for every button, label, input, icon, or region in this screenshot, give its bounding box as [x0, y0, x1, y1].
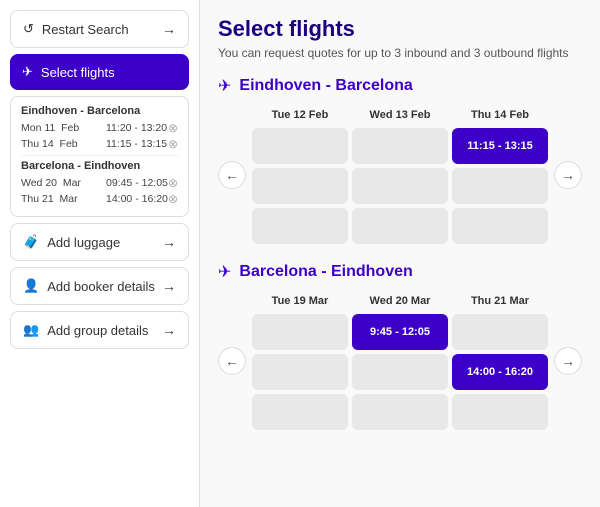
outbound-flight-2-time: 11:15 - 13:15	[106, 138, 168, 150]
flight-details-divider	[21, 155, 178, 156]
outbound-slot-r3c1[interactable]	[252, 208, 348, 244]
inbound-flight-1-date: Wed 20 Mar	[21, 177, 106, 189]
plane-icon: ✈	[22, 64, 33, 80]
inbound-section-title: Barcelona - Eindhoven	[239, 263, 412, 281]
outbound-calendar-wrapper: ← Tue 12 Feb Wed 13 Feb Thu 14 Feb 11:15…	[218, 106, 582, 244]
inbound-slot-r2c1[interactable]	[252, 354, 348, 390]
inbound-flight-row-1: Wed 20 Mar 09:45 - 12:05 ⊗	[21, 176, 178, 190]
add-group-label: Add group details	[47, 323, 148, 338]
inbound-flight-row-2: Thu 21 Mar 14:00 - 16:20 ⊗	[21, 192, 178, 206]
outbound-route-title: Eindhoven - Barcelona	[21, 105, 178, 117]
inbound-route-title: Barcelona - Eindhoven	[21, 160, 178, 172]
outbound-flight-row-1: Mon 11 Feb 11:20 - 13:20 ⊗	[21, 121, 178, 135]
outbound-slot-r3c3[interactable]	[452, 208, 548, 244]
remove-inbound-1-icon[interactable]: ⊗	[168, 176, 178, 190]
luggage-arrow-icon: →	[162, 234, 176, 250]
inbound-slot-r1c1[interactable]	[252, 314, 348, 350]
select-flights-label: Select flights	[41, 65, 115, 80]
inbound-slot-r2c3[interactable]: 14:00 - 16:20	[452, 354, 548, 390]
outbound-plane-icon: ✈	[218, 76, 231, 96]
inbound-flight-2-date: Thu 21 Mar	[21, 193, 106, 205]
inbound-col-2-header: Wed 20 Mar	[352, 292, 448, 310]
add-group-button[interactable]: 👥 Add group details →	[10, 311, 189, 349]
outbound-prev-button[interactable]: ←	[218, 161, 246, 189]
inbound-slot-r3c2[interactable]	[352, 394, 448, 430]
add-booker-label: Add booker details	[47, 279, 155, 294]
outbound-slot-r1c1[interactable]	[252, 128, 348, 164]
restart-icon: ↺	[23, 21, 34, 37]
inbound-slot-r1c2[interactable]: 9:45 - 12:05	[352, 314, 448, 350]
outbound-header: ✈ Eindhoven - Barcelona	[218, 76, 582, 96]
group-arrow-icon: →	[162, 322, 176, 338]
outbound-calendar-grid: Tue 12 Feb Wed 13 Feb Thu 14 Feb 11:15 -…	[252, 106, 548, 244]
outbound-flight-1-time: 11:20 - 13:20	[106, 122, 168, 134]
outbound-section: ✈ Eindhoven - Barcelona ← Tue 12 Feb Wed…	[218, 76, 582, 244]
add-luggage-button[interactable]: 🧳 Add luggage →	[10, 223, 189, 261]
main-content: Select flights You can request quotes fo…	[200, 0, 600, 507]
outbound-next-button[interactable]: →	[554, 161, 582, 189]
inbound-section: ✈ Barcelona - Eindhoven ← Tue 19 Mar Wed…	[218, 262, 582, 430]
luggage-icon: 🧳	[23, 234, 39, 250]
booker-icon: 👤	[23, 278, 39, 294]
inbound-slot-r1c3[interactable]	[452, 314, 548, 350]
page-title: Select flights	[218, 16, 582, 42]
group-icon: 👥	[23, 322, 39, 338]
page-subtitle: You can request quotes for up to 3 inbou…	[218, 46, 582, 60]
select-flights-button[interactable]: ✈ Select flights	[10, 54, 189, 90]
outbound-slot-r1c3[interactable]: 11:15 - 13:15	[452, 128, 548, 164]
outbound-flight-1-date: Mon 11 Feb	[21, 122, 106, 134]
restart-label: Restart Search	[42, 22, 129, 37]
inbound-header: ✈ Barcelona - Eindhoven	[218, 262, 582, 282]
restart-arrow-icon: →	[162, 21, 176, 37]
outbound-slot-r1c2[interactable]	[352, 128, 448, 164]
outbound-section-title: Eindhoven - Barcelona	[239, 77, 412, 95]
outbound-slot-r3c2[interactable]	[352, 208, 448, 244]
inbound-col-1-header: Tue 19 Mar	[252, 292, 348, 310]
booker-arrow-icon: →	[162, 278, 176, 294]
sidebar: ↺ Restart Search → ✈ Select flights Eind…	[0, 0, 200, 507]
inbound-calendar-grid: Tue 19 Mar Wed 20 Mar Thu 21 Mar 9:45 - …	[252, 292, 548, 430]
inbound-col-3-header: Thu 21 Mar	[452, 292, 548, 310]
remove-outbound-2-icon[interactable]: ⊗	[168, 137, 178, 151]
remove-inbound-2-icon[interactable]: ⊗	[168, 192, 178, 206]
inbound-calendar-wrapper: ← Tue 19 Mar Wed 20 Mar Thu 21 Mar 9:45 …	[218, 292, 582, 430]
outbound-flight-2-date: Thu 14 Feb	[21, 138, 106, 150]
restart-search-button[interactable]: ↺ Restart Search →	[10, 10, 189, 48]
inbound-flight-1-time: 09:45 - 12:05	[106, 177, 168, 189]
outbound-col-3-header: Thu 14 Feb	[452, 106, 548, 124]
add-luggage-label: Add luggage	[47, 235, 120, 250]
inbound-prev-button[interactable]: ←	[218, 347, 246, 375]
remove-outbound-1-icon[interactable]: ⊗	[168, 121, 178, 135]
inbound-slot-r3c3[interactable]	[452, 394, 548, 430]
outbound-slot-r2c3[interactable]	[452, 168, 548, 204]
inbound-next-button[interactable]: →	[554, 347, 582, 375]
outbound-slot-r2c2[interactable]	[352, 168, 448, 204]
flight-details-panel: Eindhoven - Barcelona Mon 11 Feb 11:20 -…	[10, 96, 189, 217]
outbound-col-2-header: Wed 13 Feb	[352, 106, 448, 124]
inbound-plane-icon: ✈	[218, 262, 231, 282]
outbound-col-1-header: Tue 12 Feb	[252, 106, 348, 124]
inbound-flight-2-time: 14:00 - 16:20	[106, 193, 168, 205]
inbound-slot-r3c1[interactable]	[252, 394, 348, 430]
outbound-slot-r2c1[interactable]	[252, 168, 348, 204]
outbound-flight-row-2: Thu 14 Feb 11:15 - 13:15 ⊗	[21, 137, 178, 151]
inbound-slot-r2c2[interactable]	[352, 354, 448, 390]
add-booker-button[interactable]: 👤 Add booker details →	[10, 267, 189, 305]
